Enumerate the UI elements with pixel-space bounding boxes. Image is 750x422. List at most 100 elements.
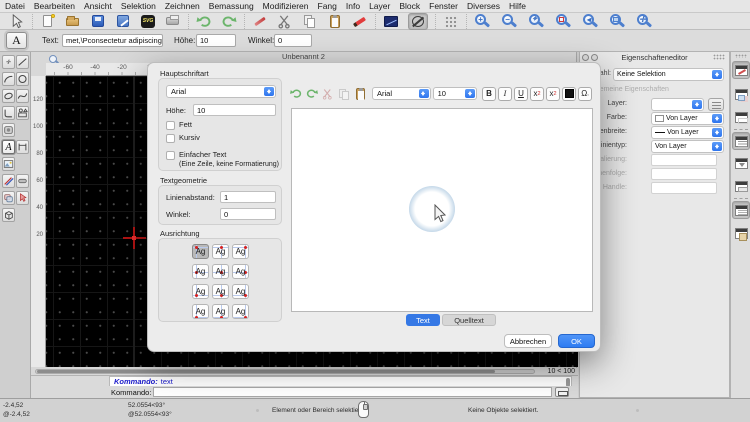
print-icon[interactable] [165, 14, 181, 29]
height-value-input[interactable]: 10 [196, 34, 236, 47]
zoom-previous-icon[interactable]: ◂ [582, 14, 598, 29]
italic-checkbox[interactable] [166, 134, 175, 143]
circle-tool-icon[interactable] [16, 72, 29, 86]
open-file-icon[interactable] [65, 14, 81, 29]
blank-panel-toggle[interactable] [732, 108, 750, 126]
editor-underline-button[interactable]: U [514, 87, 528, 101]
ok-button[interactable]: OK [558, 334, 595, 348]
draw-pen-icon[interactable] [252, 14, 268, 29]
menu-modifizieren[interactable]: Modifizieren [263, 1, 309, 11]
handle-input[interactable] [651, 182, 717, 194]
dimension-tool-icon[interactable] [16, 140, 29, 154]
line-tool-icon[interactable] [16, 55, 29, 69]
align-middle-right-button[interactable]: Ag [232, 264, 249, 279]
image-tool-icon[interactable] [2, 157, 15, 171]
menu-fang[interactable]: Fang [318, 1, 337, 11]
export-svg-icon[interactable]: SVG [140, 14, 156, 29]
color-dropdown[interactable]: Von Layer [651, 112, 724, 125]
text-editor-area[interactable] [291, 108, 593, 312]
editor-color-button[interactable] [562, 87, 576, 101]
new-document-icon[interactable] [40, 14, 56, 29]
editor-undo-icon[interactable] [289, 87, 303, 101]
dialog-height-input[interactable]: 10 [193, 104, 276, 116]
editor-cut-icon[interactable] [321, 87, 335, 101]
angle-value-input[interactable]: 0 [274, 34, 312, 47]
tab-text[interactable]: Text [406, 314, 440, 326]
tab-quelltext[interactable]: Quelltext [442, 314, 496, 326]
bold-checkbox[interactable] [166, 121, 175, 130]
menu-diverses[interactable]: Diverses [467, 1, 500, 11]
shape-tool-icon[interactable] [16, 106, 29, 120]
align-middle-center-button[interactable]: Ag [212, 264, 229, 279]
linetype-scale-input[interactable] [651, 154, 717, 166]
text-tool-icon[interactable]: A [2, 140, 15, 154]
stepper-icon[interactable] [419, 89, 429, 98]
stepper-icon[interactable] [712, 142, 722, 151]
save-icon[interactable] [90, 14, 106, 29]
menu-bemassung[interactable]: Bemassung [209, 1, 254, 11]
ellipse-tool-active-button[interactable] [408, 13, 428, 30]
menu-zeichnen[interactable]: Zeichnen [165, 1, 200, 11]
scrollbar-thumb[interactable] [37, 370, 495, 373]
copy-icon[interactable] [302, 14, 318, 29]
select-cursor-icon[interactable] [9, 14, 25, 29]
stepper-icon[interactable] [465, 89, 475, 98]
editor-bold-button[interactable]: B [482, 87, 496, 101]
zoom-out-icon[interactable]: − [501, 14, 517, 29]
editor-subscript-button[interactable]: x2 [546, 87, 560, 101]
zoom-window-icon[interactable] [555, 14, 571, 29]
menu-bearbeiten[interactable]: Bearbeiten [34, 1, 75, 11]
align-bottom-center-button[interactable]: Ag [212, 304, 229, 319]
selection-dropdown[interactable]: Keine Selektion [613, 68, 724, 81]
stepper-icon[interactable] [712, 70, 722, 79]
menu-ansicht[interactable]: Ansicht [84, 1, 112, 11]
clipboard-panel-toggle[interactable] [732, 224, 750, 242]
undo-icon[interactable] [196, 14, 212, 29]
editor-paste-icon[interactable] [353, 87, 367, 101]
editor-redo-icon[interactable] [305, 87, 319, 101]
list-panel-toggle[interactable] [732, 132, 750, 150]
ruler-corner-zoom-icon[interactable] [49, 55, 57, 63]
layer-list-button[interactable] [708, 98, 724, 111]
align-top-center-button[interactable]: Ag [212, 244, 229, 259]
menu-hilfe[interactable]: Hilfe [509, 1, 526, 11]
shapes-panel-toggle[interactable] [732, 85, 750, 103]
align-top-left-button[interactable]: Ag [192, 244, 209, 259]
align-baseline-left-button[interactable]: Ag [192, 284, 209, 299]
align-bottom-right-button[interactable]: Ag [232, 304, 249, 319]
text-tool-button[interactable]: A [6, 32, 27, 49]
pick-tool-icon[interactable] [16, 191, 29, 205]
editor-font-dropdown[interactable]: Arial [372, 87, 431, 100]
field-panel-toggle[interactable] [732, 177, 750, 195]
ellipse-tool-icon[interactable] [2, 89, 15, 103]
editor-copy-icon[interactable] [337, 87, 351, 101]
redo-icon[interactable] [221, 14, 237, 29]
editor-font-size-dropdown[interactable]: 10 [433, 87, 477, 100]
menu-info[interactable]: Info [346, 1, 360, 11]
pan-icon[interactable]: ✛ [636, 14, 652, 29]
plot-preview-icon[interactable] [383, 14, 399, 29]
zoom-auto-icon[interactable]: ⌖ [528, 14, 544, 29]
menu-layer[interactable]: Layer [369, 1, 390, 11]
simple-text-checkbox[interactable] [166, 151, 175, 160]
arc-tool-icon[interactable] [2, 72, 15, 86]
command-options-button[interactable] [555, 387, 569, 397]
align-bottom-left-button[interactable]: Ag [192, 304, 209, 319]
linetype-dropdown[interactable]: Von Layer [651, 140, 724, 153]
edit-pencil-icon[interactable] [352, 14, 368, 29]
linewidth-dropdown[interactable]: Von Layer [651, 126, 724, 139]
command-input[interactable] [153, 387, 552, 397]
filter-panel-toggle[interactable] [732, 154, 750, 172]
layer-dropdown[interactable] [651, 98, 704, 111]
save-as-icon[interactable] [115, 14, 131, 29]
cancel-button[interactable]: Abbrechen [504, 334, 552, 348]
pen-panel-toggle[interactable] [732, 61, 750, 79]
editor-italic-button[interactable]: I [498, 87, 512, 101]
menu-fenster[interactable]: Fenster [429, 1, 458, 11]
editor-symbol-button[interactable]: Ω, [578, 87, 592, 101]
stepper-icon[interactable] [712, 114, 722, 123]
polyline-tool-icon[interactable] [2, 106, 15, 120]
stepper-icon[interactable] [264, 87, 274, 96]
align-baseline-right-button[interactable]: Ag [232, 284, 249, 299]
order-input[interactable] [651, 168, 717, 180]
